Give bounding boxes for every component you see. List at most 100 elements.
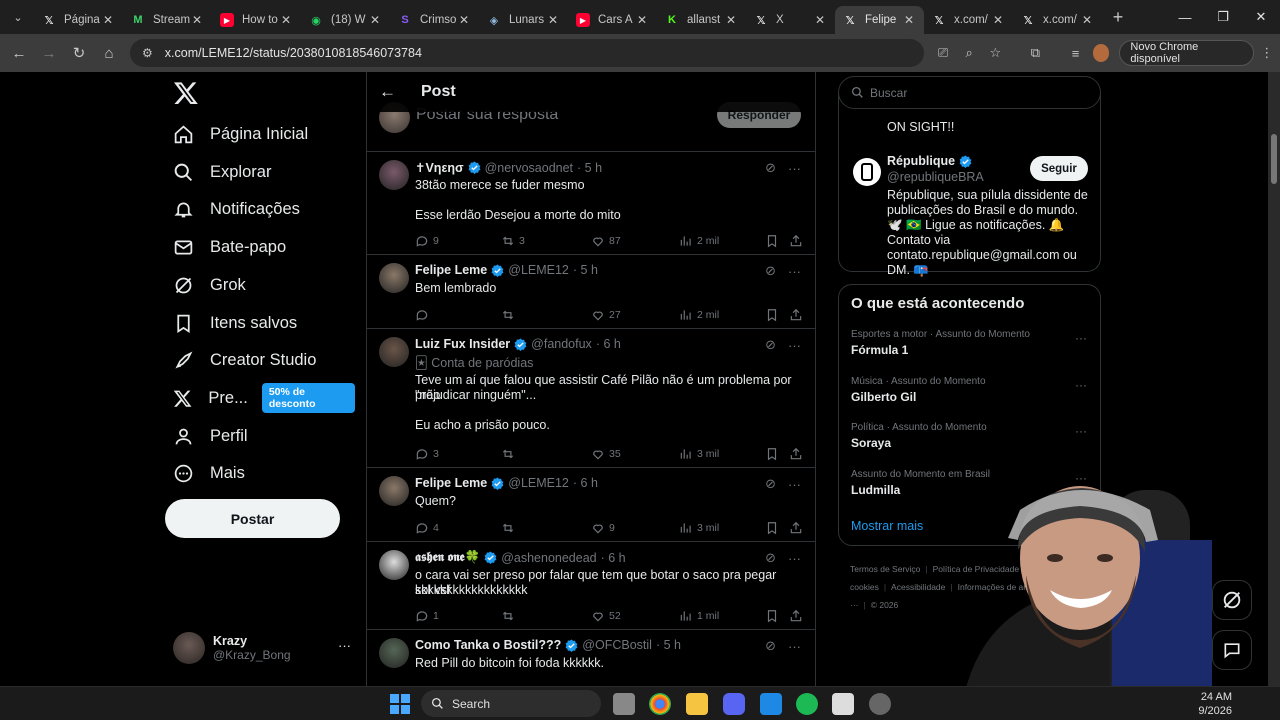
author-handle[interactable]: @LEME12 <box>508 476 569 490</box>
author-name[interactable]: Luiz Fux Insider <box>415 337 510 351</box>
author-name[interactable]: Como Tanka o Bostil??? <box>415 638 561 652</box>
retweet-button[interactable] <box>501 608 519 624</box>
more-dots-icon[interactable]: ··· <box>1075 424 1087 438</box>
close-window-icon[interactable]: ✕ <box>1242 0 1280 34</box>
spotify-icon[interactable] <box>796 693 818 715</box>
like-button[interactable]: 35 <box>591 446 621 462</box>
reply-tweet[interactable]: Felipe Leme @LEME12 · 6 h ⊘ ··· Quem? 4 9 3 mil <box>367 468 815 542</box>
tab-close-icon[interactable]: ✕ <box>190 13 204 27</box>
trend-item[interactable]: Música · Assunto do Momento Gilberto Gil ·… <box>851 376 1091 404</box>
author-handle[interactable]: @LEME12 <box>508 263 569 277</box>
nav-item-home[interactable]: Página Inicial <box>173 116 308 152</box>
windows-start-icon[interactable] <box>389 693 411 715</box>
chrome-icon[interactable] <box>649 693 671 715</box>
site-info-icon[interactable]: ⚙ <box>142 46 153 60</box>
avatar[interactable] <box>379 160 409 190</box>
nav-item-rocket[interactable]: Creator Studio <box>173 342 316 378</box>
nav-item-bookmark[interactable]: Itens salvos <box>173 305 297 341</box>
author-handle[interactable]: @OFCBostil <box>582 638 652 652</box>
more-dots-icon[interactable]: ··· <box>788 639 801 654</box>
address-bar[interactable]: ⚙ x.com/LEME12/status/203801081854607378… <box>130 39 924 67</box>
nav-item-bell[interactable]: Notificações <box>173 191 300 227</box>
bookmark-button[interactable] <box>765 520 783 536</box>
browser-tab[interactable]: ◈ Lunars ✕ <box>479 6 568 34</box>
reply-tweet[interactable]: Como Tanka o Bostil??? @OFCBostil · 5 h ⊘ ··… <box>367 630 815 686</box>
more-dots-icon[interactable]: ··· <box>788 338 801 353</box>
author-name[interactable]: Felipe Leme <box>415 476 487 490</box>
more-dots-icon[interactable]: ··· <box>1075 378 1087 392</box>
reply-button[interactable]: 9 <box>415 233 439 249</box>
install-icon[interactable]: ⎚ <box>930 39 956 67</box>
tweet-time[interactable]: · 5 h <box>577 161 602 175</box>
system-clock[interactable]: 24 AM 9/2026 <box>1198 690 1232 718</box>
browser-tab[interactable]: ▶ Cars A ✕ <box>568 6 657 34</box>
tab-close-icon[interactable]: ✕ <box>991 13 1005 27</box>
nav-item-more-circle[interactable]: Mais <box>173 455 245 491</box>
retweet-button[interactable]: 3 <box>501 233 525 249</box>
discord-icon[interactable] <box>723 693 745 715</box>
star-icon[interactable]: ☆ <box>982 39 1008 67</box>
browser-tab[interactable]: ▶ How to ✕ <box>212 6 301 34</box>
reply-tweet[interactable]: Felipe Leme @LEME12 · 5 h ⊘ ··· Bem lembrado 2… <box>367 255 815 329</box>
share-button[interactable] <box>789 520 807 536</box>
trend-item[interactable]: Esportes a motor · Assunto do Momento Fór… <box>851 329 1091 357</box>
restore-icon[interactable]: ❐ <box>1204 0 1242 34</box>
scrollbar-thumb[interactable] <box>1271 134 1277 184</box>
tab-close-icon[interactable]: ✕ <box>724 13 738 27</box>
grok-icon[interactable]: ⊘ <box>765 160 776 176</box>
zoom-icon[interactable]: ⌕ <box>956 39 982 67</box>
minimize-icon[interactable]: — <box>1166 0 1204 34</box>
author-handle[interactable]: @nervosaodnet <box>485 161 573 175</box>
browser-tab[interactable]: M Stream ✕ <box>123 6 212 34</box>
file-explorer-icon[interactable] <box>686 693 708 715</box>
retweet-button[interactable] <box>501 446 519 462</box>
more-dots-icon[interactable]: ··· <box>788 264 801 279</box>
tab-search-chevron-icon[interactable]: ⌄ <box>8 7 28 27</box>
more-dots-icon[interactable]: ··· <box>788 551 801 566</box>
like-button[interactable]: 87 <box>591 233 621 249</box>
tweet-time[interactable]: · 5 h <box>656 638 681 652</box>
like-button[interactable]: 52 <box>591 608 621 624</box>
search-input[interactable]: Buscar <box>838 76 1101 109</box>
author-name[interactable]: 𝖆𝖘𝖍𝖊𝖓 𝖔𝖓𝖊🍀 <box>415 550 480 565</box>
tab-close-icon[interactable]: ✕ <box>1080 13 1094 27</box>
author-name[interactable]: ✝Vηεησ <box>415 160 464 175</box>
tweet-time[interactable]: · 6 h <box>596 337 621 351</box>
chrome-menu-icon[interactable]: ⋮ <box>1254 39 1280 67</box>
taskbar-search[interactable]: Search <box>421 690 601 717</box>
browser-tab[interactable]: 𝕏 X ✕ <box>746 6 835 34</box>
back-icon[interactable]: ← <box>4 38 34 68</box>
suggested-user-name[interactable]: République <box>887 154 972 168</box>
tweet-time[interactable]: · 6 h <box>573 476 598 490</box>
retweet-button[interactable] <box>501 520 519 536</box>
browser-tab[interactable]: 𝕏 Página ✕ <box>34 6 123 34</box>
settings-icon[interactable] <box>869 693 891 715</box>
browser-tab[interactable]: 𝕏 Felipe ✕ <box>835 6 924 34</box>
bookmark-button[interactable] <box>765 233 783 249</box>
views-button[interactable]: 3 mil <box>679 446 719 462</box>
footer-link[interactable]: © 2026 <box>871 600 899 610</box>
nav-item-search[interactable]: Explorar <box>173 154 271 190</box>
grok-icon[interactable]: ⊘ <box>765 476 776 492</box>
tab-close-icon[interactable]: ✕ <box>813 13 827 27</box>
like-button[interactable]: 27 <box>591 307 621 323</box>
more-dots-icon[interactable]: ··· <box>788 161 801 176</box>
reload-icon[interactable]: ↻ <box>64 38 94 68</box>
new-tab-button[interactable]: + <box>1106 7 1130 28</box>
extensions-icon[interactable]: ⧉ <box>1022 39 1048 67</box>
more-dots-icon[interactable]: ··· <box>1075 331 1087 345</box>
share-button[interactable] <box>789 307 807 323</box>
author-name[interactable]: Felipe Leme <box>415 263 487 277</box>
tab-close-icon[interactable]: ✕ <box>101 13 115 27</box>
tab-close-icon[interactable]: ✕ <box>368 13 382 27</box>
nav-item-x[interactable]: Pre... 50% de desconto <box>173 380 355 416</box>
photos-icon[interactable] <box>760 693 782 715</box>
home-icon[interactable]: ⌂ <box>94 38 124 68</box>
post-button[interactable]: Postar <box>165 499 340 538</box>
views-button[interactable]: 1 mil <box>679 608 719 624</box>
more-dots-icon[interactable]: ··· <box>338 638 351 653</box>
tab-close-icon[interactable]: ✕ <box>902 13 916 27</box>
grok-icon[interactable]: ⊘ <box>765 550 776 566</box>
browser-tab[interactable]: S Crimso ✕ <box>390 6 479 34</box>
tab-close-icon[interactable]: ✕ <box>279 13 293 27</box>
